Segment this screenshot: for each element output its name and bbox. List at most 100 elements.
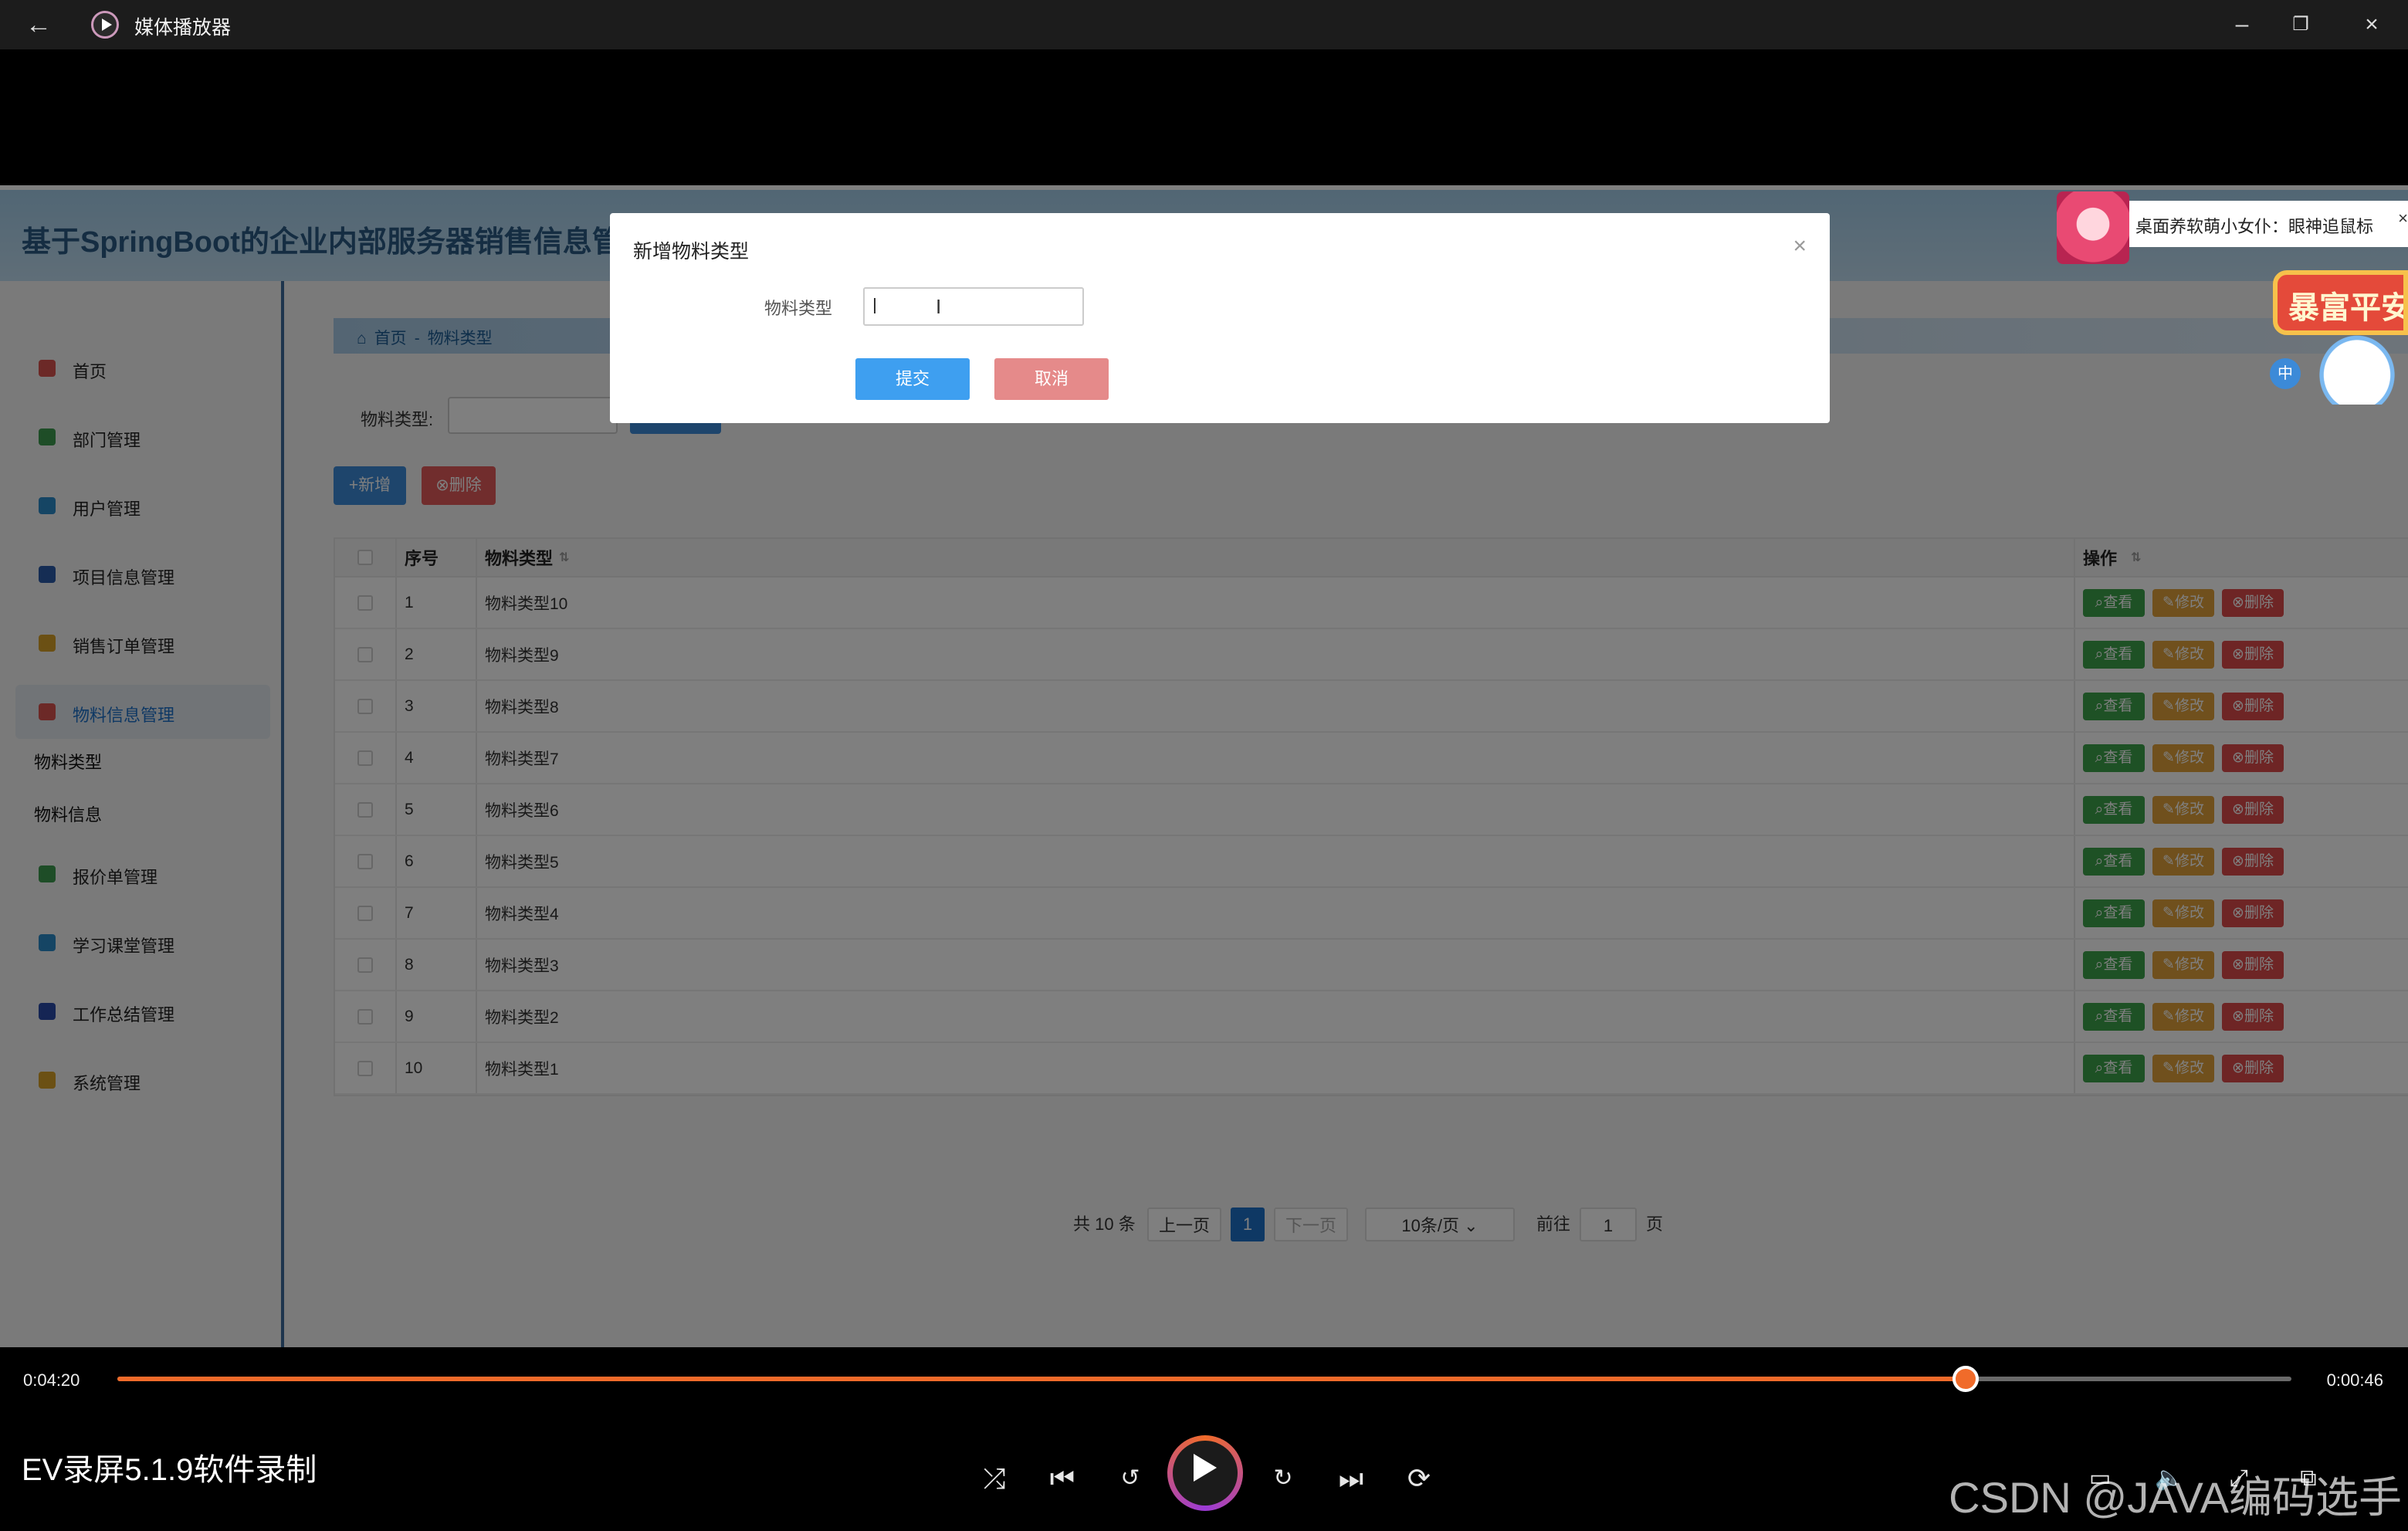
next-track-icon[interactable]: ⏭ xyxy=(1328,1455,1374,1502)
header-name[interactable]: 物料类型 ⇅ xyxy=(477,539,2075,576)
arrow-left-icon[interactable]: ← xyxy=(23,9,54,40)
row-checkbox[interactable] xyxy=(357,594,373,611)
view-button[interactable]: ⌕查看 xyxy=(2083,847,2145,876)
sidebar-item-department[interactable]: 部门管理 xyxy=(15,410,270,464)
edit-button[interactable]: ✎修改 xyxy=(2152,847,2214,876)
forward-30-icon[interactable]: ↻ xyxy=(1260,1455,1306,1502)
sidebar-item-system[interactable]: 系统管理 xyxy=(15,1053,270,1107)
restore-icon[interactable]: ❐ xyxy=(2285,9,2316,40)
next-page-button[interactable]: 下一页 xyxy=(1274,1208,1348,1241)
sidebar-item-orders[interactable]: 销售订单管理 xyxy=(15,616,270,670)
row-ops: ⌕查看 ✎修改 ⊗删除 xyxy=(2075,784,2408,835)
row-checkbox[interactable] xyxy=(357,905,373,921)
edit-button[interactable]: ✎修改 xyxy=(2152,1002,2214,1031)
edit-button[interactable]: ✎修改 xyxy=(2152,692,2214,720)
delete-button[interactable]: ⊗删除 xyxy=(2222,795,2284,824)
delete-button[interactable]: ⊗删除 xyxy=(2222,640,2284,669)
sidebar-subitem-material-type[interactable]: 物料类型 xyxy=(34,749,102,774)
delete-icon: ⊗ xyxy=(2232,645,2244,662)
desktop-pet-ad[interactable]: 桌面养软萌小女仆：眼神追鼠标 × xyxy=(2057,191,2408,266)
ad-text[interactable]: 桌面养软萌小女仆：眼神追鼠标 xyxy=(2129,201,2408,247)
delete-button[interactable]: ⊗删除 xyxy=(2222,588,2284,617)
ad-close-button[interactable]: × xyxy=(2398,208,2408,229)
delete-button[interactable]: ⊗删除 xyxy=(2222,950,2284,979)
submit-button[interactable]: 提交 xyxy=(855,358,970,400)
view-button[interactable]: ⌕查看 xyxy=(2083,743,2145,772)
delete-button[interactable]: ⊗删除 xyxy=(2222,743,2284,772)
minimize-icon[interactable]: – xyxy=(2227,9,2257,40)
sidebar-item-home[interactable]: 首页 xyxy=(15,341,270,395)
view-button[interactable]: ⌕查看 xyxy=(2083,1054,2145,1082)
shuffle-icon[interactable]: ⤮ xyxy=(971,1455,1018,1502)
view-button[interactable]: ⌕查看 xyxy=(2083,1002,2145,1031)
edit-button[interactable]: ✎修改 xyxy=(2152,1054,2214,1082)
view-button[interactable]: ⌕查看 xyxy=(2083,899,2145,927)
cat-mascot-icon xyxy=(2315,330,2400,405)
current-time: 0:04:20 xyxy=(23,1370,80,1390)
view-button[interactable]: ⌕查看 xyxy=(2083,588,2145,617)
close-icon[interactable]: × xyxy=(1793,233,1807,259)
edit-button[interactable]: ✎修改 xyxy=(2152,950,2214,979)
view-button[interactable]: ⌕查看 xyxy=(2083,692,2145,720)
sidebar-item-users[interactable]: 用户管理 xyxy=(15,479,270,533)
row-checkbox[interactable] xyxy=(357,698,373,714)
sidebar-item-classroom[interactable]: 学习课堂管理 xyxy=(15,916,270,970)
close-icon[interactable]: × xyxy=(2356,9,2387,40)
goto-page-input[interactable]: 1 xyxy=(1580,1208,1637,1241)
delete-button[interactable]: ⊗删除 xyxy=(2222,847,2284,876)
sidebar-item-projects[interactable]: 项目信息管理 xyxy=(15,547,270,601)
delete-button[interactable]: ⊗删除 xyxy=(2222,1002,2284,1031)
delete-label: 删除 xyxy=(2244,956,2274,973)
anime-avatar-icon xyxy=(2057,191,2129,264)
pagination-total: 共 10 条 xyxy=(1073,1214,1136,1234)
row-index-value: 6 xyxy=(405,852,414,870)
row-checkbox[interactable] xyxy=(357,957,373,973)
sidebar-item-summary[interactable]: 工作总结管理 xyxy=(15,984,270,1038)
cancel-button[interactable]: 取消 xyxy=(994,358,1109,400)
page-size-select[interactable]: 10条/页 ⌄ xyxy=(1365,1208,1515,1241)
rewind-10-icon[interactable]: ↺ xyxy=(1107,1455,1153,1502)
play-button[interactable] xyxy=(1167,1435,1243,1511)
batch-delete-button[interactable]: ⊗删除 xyxy=(422,466,496,505)
view-button[interactable]: ⌕查看 xyxy=(2083,950,2145,979)
delete-button[interactable]: ⊗删除 xyxy=(2222,692,2284,720)
sidebar-item-materials[interactable]: 物料信息管理 xyxy=(15,685,270,739)
sort-icon[interactable]: ⇅ xyxy=(2131,550,2141,565)
row-checkbox[interactable] xyxy=(357,1008,373,1025)
edit-button[interactable]: ✎修改 xyxy=(2152,588,2214,617)
sidebar-subitem-material-info[interactable]: 物料信息 xyxy=(34,801,102,826)
material-type-input[interactable] xyxy=(863,287,1084,326)
row-checkbox[interactable] xyxy=(357,1060,373,1076)
view-button[interactable]: ⌕查看 xyxy=(2083,795,2145,824)
edit-button[interactable]: ✎修改 xyxy=(2152,743,2214,772)
edit-button[interactable]: ✎修改 xyxy=(2152,640,2214,669)
select-all-checkbox[interactable] xyxy=(357,550,373,565)
breadcrumb-home[interactable]: 首页 xyxy=(374,330,407,347)
view-button[interactable]: ⌕查看 xyxy=(2083,640,2145,669)
search-input[interactable] xyxy=(448,397,618,434)
seek-bar[interactable] xyxy=(117,1366,2291,1392)
previous-track-icon[interactable]: ⏮ xyxy=(1039,1455,1085,1502)
prev-page-button[interactable]: 上一页 xyxy=(1147,1208,1221,1241)
play-icon xyxy=(1194,1454,1217,1482)
row-ops: ⌕查看 ✎修改 ⊗删除 xyxy=(2075,629,2408,679)
delete-button[interactable]: ⊗删除 xyxy=(2222,1054,2284,1082)
row-checkbox[interactable] xyxy=(357,801,373,818)
sort-icon[interactable]: ⇅ xyxy=(559,550,569,565)
edit-button[interactable]: ✎修改 xyxy=(2152,795,2214,824)
header-ops[interactable]: 操作 ⇅ xyxy=(2075,539,2408,576)
edit-button[interactable]: ✎修改 xyxy=(2152,899,2214,927)
delete-button[interactable]: ⊗删除 xyxy=(2222,899,2284,927)
fortune-cat-widget[interactable]: 暴富平安 中 xyxy=(2270,270,2408,409)
row-checkbox[interactable] xyxy=(357,646,373,662)
ime-indicator[interactable]: 中 xyxy=(2270,358,2301,389)
sidebar-item-quotes[interactable]: 报价单管理 xyxy=(15,847,270,901)
page-1-button[interactable]: 1 xyxy=(1231,1208,1265,1241)
breadcrumb-separator: - xyxy=(414,330,420,347)
row-name: 物料类型1 xyxy=(477,1043,2075,1093)
repeat-icon[interactable]: ⟳ xyxy=(1396,1455,1442,1502)
add-button[interactable]: +新增 xyxy=(334,466,406,505)
row-checkbox[interactable] xyxy=(357,853,373,869)
seek-thumb[interactable] xyxy=(1952,1366,1979,1392)
row-checkbox[interactable] xyxy=(357,750,373,766)
